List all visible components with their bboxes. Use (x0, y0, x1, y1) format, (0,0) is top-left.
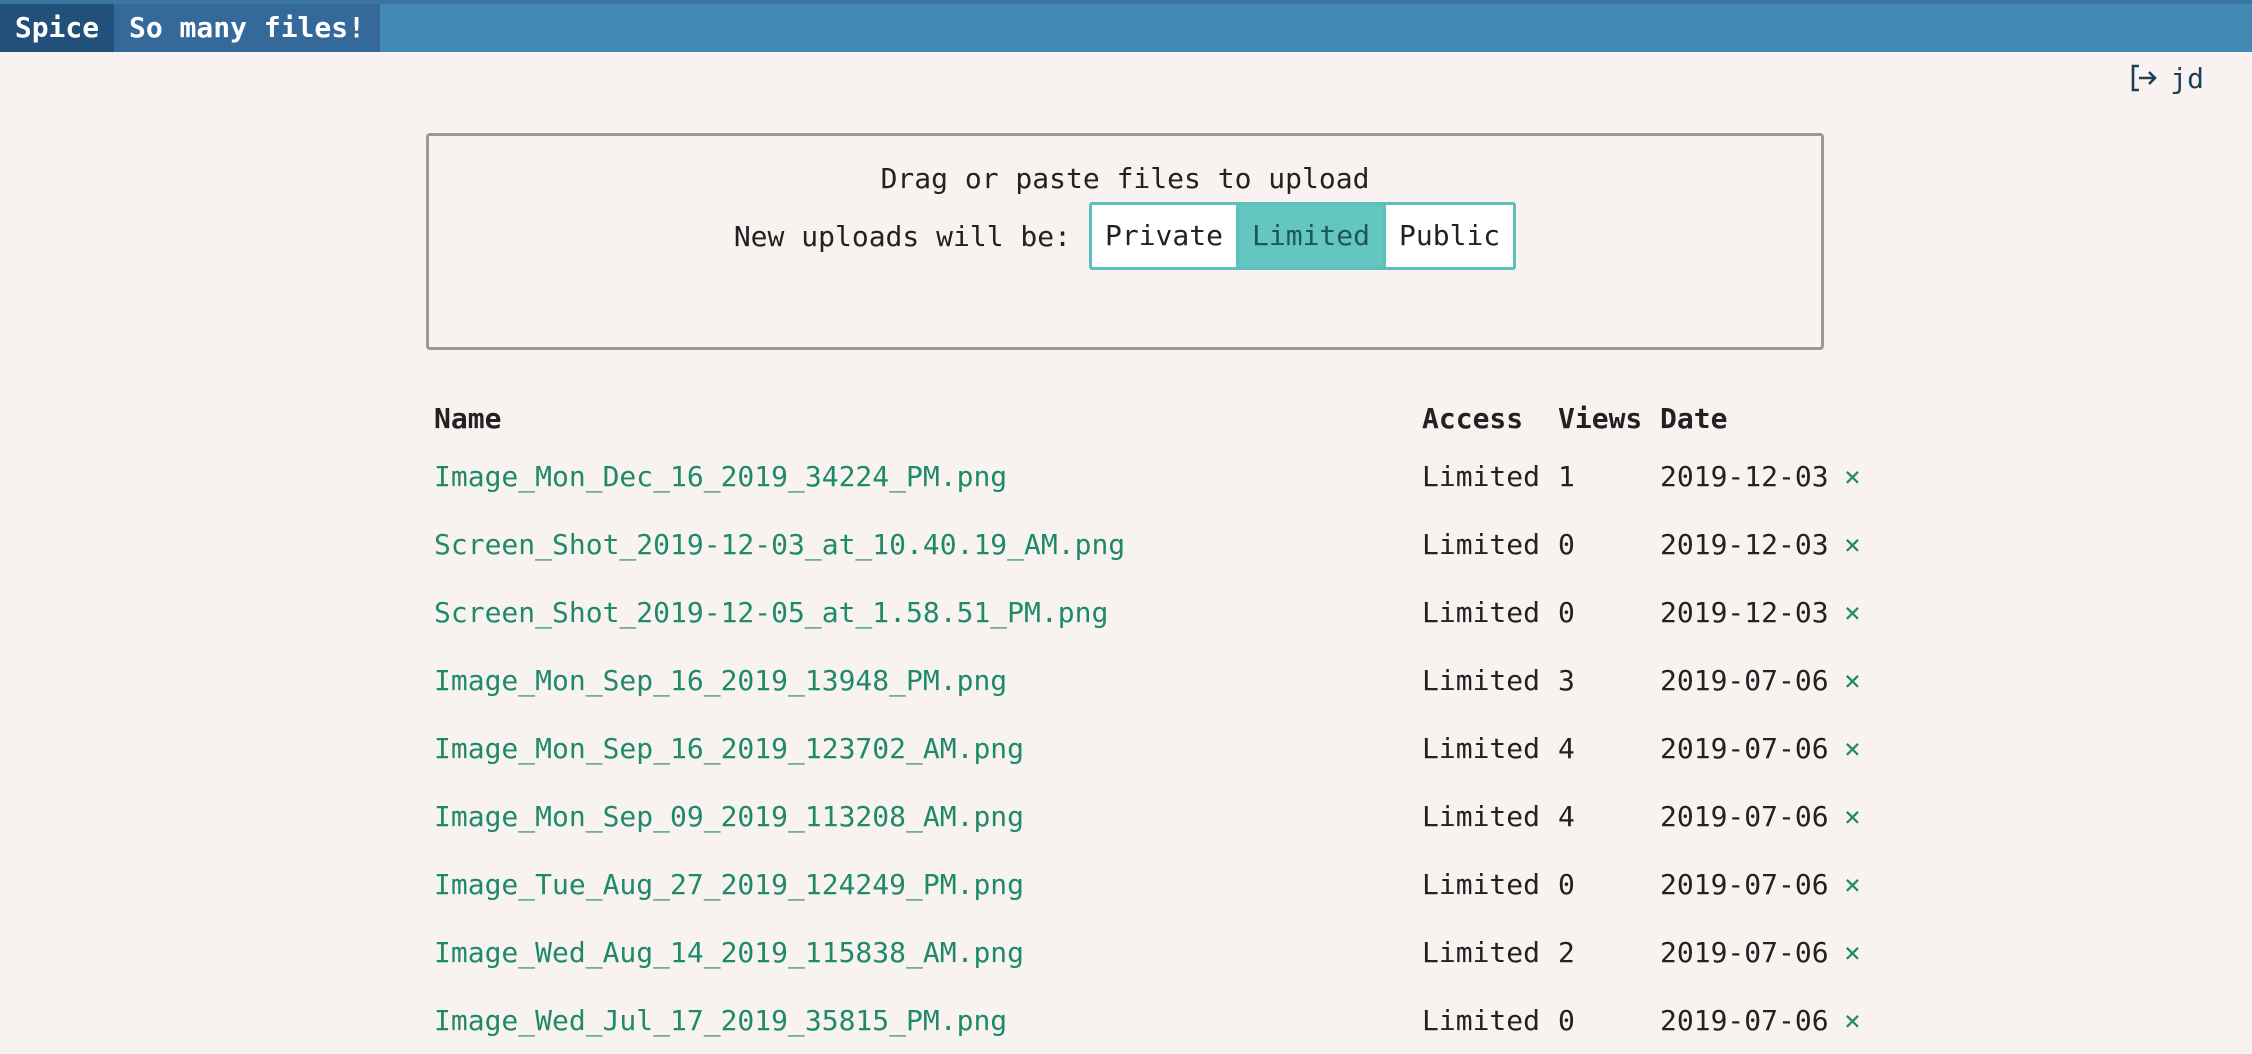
file-link[interactable]: Image_Mon_Sep_16_2019_123702_AM.png (434, 732, 1024, 765)
access-cell: Limited (1422, 459, 1541, 493)
access-cell: Limited (1422, 663, 1541, 697)
access-label: New uploads will be: (733, 219, 1071, 253)
views-cell: 0 (1558, 527, 1575, 561)
file-link[interactable]: Screen_Shot_2019-12-05_at_1.58.51_PM.png (434, 596, 1108, 629)
views-cell: 2 (1558, 935, 1575, 969)
file-table: Name Access Views Date Image_Mon_Dec_16_… (426, 394, 1861, 1054)
page-title: So many files! (114, 4, 380, 52)
column-header-date[interactable]: Date (1652, 394, 1836, 442)
views-cell: 4 (1558, 731, 1575, 765)
logout-icon[interactable] (2128, 62, 2160, 94)
upload-dropzone[interactable]: Drag or paste files to upload New upload… (426, 133, 1824, 350)
table-row: Image_Mon_Sep_16_2019_123702_AM.png Limi… (426, 714, 1861, 782)
file-link[interactable]: Image_Wed_Jul_17_2019_35815_PM.png (434, 1004, 1007, 1037)
date-cell: 2019-07-06 (1660, 663, 1829, 697)
table-row: Image_Mon_Sep_09_2019_113208_AM.png Limi… (426, 782, 1861, 850)
table-row: Image_Mon_Dec_16_2019_34224_PM.png Limit… (426, 442, 1861, 510)
file-link[interactable]: Image_Mon_Dec_16_2019_34224_PM.png (434, 460, 1007, 493)
user-menu[interactable]: jd (2128, 58, 2204, 98)
username[interactable]: jd (2170, 62, 2204, 95)
delete-icon[interactable]: × (1844, 868, 1861, 901)
file-link[interactable]: Image_Wed_Aug_14_2019_115838_AM.png (434, 936, 1024, 969)
delete-icon[interactable]: × (1844, 460, 1861, 493)
views-cell: 0 (1558, 595, 1575, 629)
file-link[interactable]: Image_Mon_Sep_09_2019_113208_AM.png (434, 800, 1024, 833)
delete-icon[interactable]: × (1844, 732, 1861, 765)
default-access-selector: New uploads will be: Private Limited Pub… (429, 202, 1821, 270)
views-cell: 0 (1558, 867, 1575, 901)
table-row: Screen_Shot_2019-12-05_at_1.58.51_PM.png… (426, 578, 1861, 646)
column-header-views[interactable]: Views (1550, 394, 1652, 442)
views-cell: 4 (1558, 799, 1575, 833)
access-cell: Limited (1422, 595, 1541, 629)
file-link[interactable]: Image_Mon_Sep_16_2019_13948_PM.png (434, 664, 1007, 697)
date-cell: 2019-07-06 (1660, 731, 1829, 765)
access-cell: Limited (1422, 1003, 1541, 1037)
delete-icon[interactable]: × (1844, 664, 1861, 697)
column-header-actions (1836, 394, 1861, 442)
table-row: Image_Wed_Aug_14_2019_115838_AM.png Limi… (426, 918, 1861, 986)
delete-icon[interactable]: × (1844, 936, 1861, 969)
date-cell: 2019-07-06 (1660, 867, 1829, 901)
date-cell: 2019-07-06 (1660, 1003, 1829, 1037)
delete-icon[interactable]: × (1844, 1004, 1861, 1037)
table-row: Image_Wed_Jul_17_2019_35815_PM.png Limit… (426, 986, 1861, 1054)
file-link[interactable]: Image_Tue_Aug_27_2019_124249_PM.png (434, 868, 1024, 901)
column-header-name[interactable]: Name (426, 394, 1414, 442)
access-cell: Limited (1422, 527, 1541, 561)
column-header-access[interactable]: Access (1414, 394, 1550, 442)
date-cell: 2019-07-06 (1660, 799, 1829, 833)
table-row: Image_Mon_Sep_16_2019_13948_PM.png Limit… (426, 646, 1861, 714)
views-cell: 0 (1558, 1003, 1575, 1037)
views-cell: 1 (1558, 459, 1575, 493)
file-link[interactable]: Screen_Shot_2019-12-03_at_10.40.19_AM.pn… (434, 528, 1125, 561)
top-bar: Spice So many files! (0, 0, 2252, 52)
table-row: Screen_Shot_2019-12-03_at_10.40.19_AM.pn… (426, 510, 1861, 578)
upload-hint: Drag or paste files to upload (880, 162, 1370, 195)
delete-icon[interactable]: × (1844, 596, 1861, 629)
delete-icon[interactable]: × (1844, 528, 1861, 561)
access-cell: Limited (1422, 799, 1541, 833)
access-cell: Limited (1422, 935, 1541, 969)
access-option-limited[interactable]: Limited (1236, 205, 1384, 267)
access-cell: Limited (1422, 731, 1541, 765)
date-cell: 2019-12-03 (1660, 527, 1829, 561)
table-header-row: Name Access Views Date (426, 394, 1861, 442)
access-option-public[interactable]: Public (1383, 205, 1514, 267)
access-cell: Limited (1422, 867, 1541, 901)
delete-icon[interactable]: × (1844, 800, 1861, 833)
views-cell: 3 (1558, 663, 1575, 697)
date-cell: 2019-07-06 (1660, 935, 1829, 969)
brand-logo[interactable]: Spice (0, 4, 114, 52)
table-row: Image_Tue_Aug_27_2019_124249_PM.png Limi… (426, 850, 1861, 918)
date-cell: 2019-12-03 (1660, 459, 1829, 493)
access-option-private[interactable]: Private (1091, 205, 1236, 267)
date-cell: 2019-12-03 (1660, 595, 1829, 629)
access-toggle-group: Private Limited Public (1088, 202, 1517, 270)
